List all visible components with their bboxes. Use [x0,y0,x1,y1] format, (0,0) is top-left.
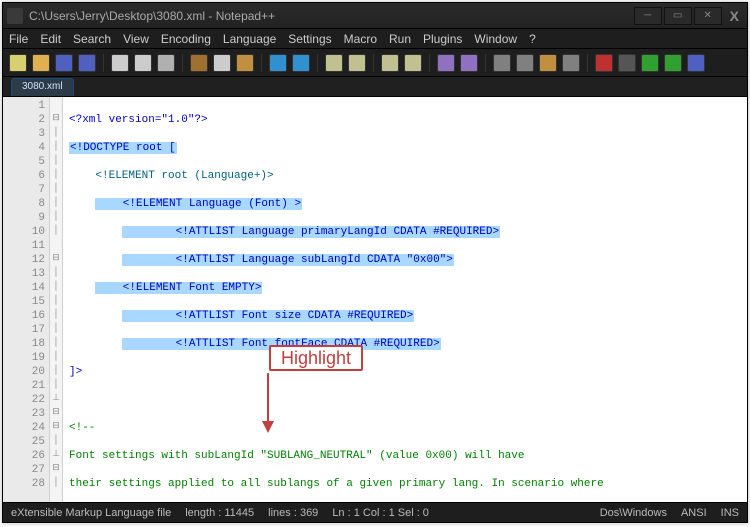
sync-v-icon[interactable] [437,54,455,72]
toolbar-sep [103,54,104,72]
menu-plugins[interactable]: Plugins [423,32,462,46]
status-language: eXtensible Markup Language file [11,507,171,519]
save-icon[interactable] [55,54,73,72]
save-all-icon[interactable] [78,54,96,72]
sync-h-icon[interactable] [460,54,478,72]
menu-edit[interactable]: Edit [40,32,61,46]
menu-search[interactable]: Search [73,32,111,46]
close-all-icon[interactable] [134,54,152,72]
wordwrap-icon[interactable] [493,54,511,72]
app-close-icon[interactable]: X [730,8,739,24]
status-length: length : 11445 [185,507,254,519]
file-tab[interactable]: 3080.xml [11,78,74,96]
zoom-in-icon[interactable] [381,54,399,72]
cut-icon[interactable] [190,54,208,72]
status-lines: lines : 369 [268,507,318,519]
play-macro-icon[interactable] [641,54,659,72]
titlebar[interactable]: C:\Users\Jerry\Desktop\3080.xml - Notepa… [3,3,747,29]
open-file-icon[interactable] [32,54,50,72]
xml-decl: <?xml version="1.0"?> [69,114,208,126]
menu-settings[interactable]: Settings [288,32,331,46]
status-insert-mode: INS [721,507,739,519]
menu-language[interactable]: Language [223,32,276,46]
copy-icon[interactable] [213,54,231,72]
toolbar-sep [261,54,262,72]
minimize-button[interactable]: ─ [634,7,662,25]
fold-margin[interactable]: ⊟││││││││⊟│││││││││⊥⊟⊟│⊥⊟│ [49,97,63,502]
menu-window[interactable]: Window [474,32,517,46]
menubar: File Edit Search View Encoding Language … [3,29,747,49]
window-title: C:\Users\Jerry\Desktop\3080.xml - Notepa… [29,9,632,23]
line-number-gutter: 1234567891011121314151617181920212223242… [3,97,49,502]
zoom-out-icon[interactable] [404,54,422,72]
save-macro-icon[interactable] [687,54,705,72]
new-file-icon[interactable] [9,54,27,72]
menu-file[interactable]: File [9,32,28,46]
print-icon[interactable] [157,54,175,72]
tabbar: 3080.xml [3,77,747,97]
show-all-chars-icon[interactable] [516,54,534,72]
indent-guides-icon[interactable] [539,54,557,72]
maximize-button[interactable]: ▭ [664,7,692,25]
find-icon[interactable] [325,54,343,72]
user-lang-icon[interactable] [562,54,580,72]
status-encoding: ANSI [681,507,707,519]
editor[interactable]: 1234567891011121314151617181920212223242… [3,97,747,502]
toolbar-sep [429,54,430,72]
toolbar-sep [485,54,486,72]
toolbar-sep [182,54,183,72]
toolbar [3,49,747,77]
code-content[interactable]: <?xml version="1.0"?> <!DOCTYPE root [ <… [63,97,747,502]
app-icon [7,8,23,24]
stop-macro-icon[interactable] [618,54,636,72]
menu-view[interactable]: View [123,32,149,46]
statusbar: eXtensible Markup Language file length :… [3,502,747,522]
close-file-icon[interactable] [111,54,129,72]
close-button[interactable]: ✕ [694,7,722,25]
redo-icon[interactable] [292,54,310,72]
menu-help[interactable]: ? [529,32,536,46]
toolbar-sep [317,54,318,72]
replace-icon[interactable] [348,54,366,72]
menu-encoding[interactable]: Encoding [161,32,211,46]
menu-run[interactable]: Run [389,32,411,46]
status-position: Ln : 1 Col : 1 Sel : 0 [332,507,429,519]
status-eol: Dos\Windows [600,507,667,519]
play-multi-icon[interactable] [664,54,682,72]
paste-icon[interactable] [236,54,254,72]
toolbar-sep [373,54,374,72]
notepadpp-window: C:\Users\Jerry\Desktop\3080.xml - Notepa… [2,2,748,523]
record-macro-icon[interactable] [595,54,613,72]
callout-box: Highlight [269,345,363,371]
toolbar-sep [587,54,588,72]
menu-macro[interactable]: Macro [344,32,377,46]
undo-icon[interactable] [269,54,287,72]
